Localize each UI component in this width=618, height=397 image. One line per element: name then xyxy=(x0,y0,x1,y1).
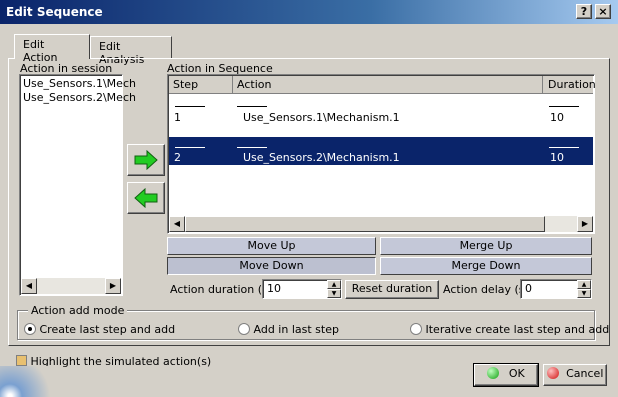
spin-down-icon[interactable]: ▼ xyxy=(577,289,591,298)
cancel-label: Cancel xyxy=(566,367,604,380)
tab-edit-action[interactable]: Edit Action xyxy=(14,34,90,64)
row-divider xyxy=(237,106,267,107)
help-button[interactable]: ? xyxy=(576,4,592,19)
list-item[interactable]: Use_Sensors.1\Mech xyxy=(23,77,136,90)
remove-from-sequence-button[interactable] xyxy=(127,182,165,214)
cell-action: Use_Sensors.1\Mechanism.1 xyxy=(243,111,400,124)
cancel-icon xyxy=(546,367,559,379)
cell-step: 1 xyxy=(174,111,181,124)
title-bar: Edit Sequence ? × xyxy=(0,0,618,24)
action-duration-input[interactable]: 10 ▲ ▼ xyxy=(262,279,342,299)
move-up-button[interactable]: Move Up xyxy=(167,237,376,255)
row-divider xyxy=(549,147,579,148)
scroll-left-icon[interactable]: ◀ xyxy=(21,278,37,294)
radio-label: Iterative create last step and add xyxy=(425,323,610,336)
tab-label: Edit Action xyxy=(23,38,58,64)
radio-iterative-create[interactable]: Iterative create last step and add xyxy=(410,323,609,336)
radio-create-last-step[interactable]: Create last step and add xyxy=(24,323,175,336)
add-to-sequence-button[interactable] xyxy=(127,144,165,176)
action-delay-label: Action delay (s) xyxy=(443,283,529,296)
checkbox-icon[interactable] xyxy=(16,355,27,366)
duration-spinner[interactable]: ▲ ▼ xyxy=(327,280,341,298)
radio-unchecked-icon[interactable] xyxy=(410,323,422,335)
table-header: Step Action Duration xyxy=(169,76,596,94)
radio-add-in-last-step[interactable]: Add in last step xyxy=(238,323,339,336)
spin-down-icon[interactable]: ▼ xyxy=(327,289,341,298)
session-hscrollbar[interactable]: ◀ ▶ xyxy=(21,278,121,294)
cell-step: 2 xyxy=(174,151,181,164)
table-row-selected[interactable]: 2 Use_Sensors.2\Mechanism.1 10 xyxy=(169,137,593,165)
window-title: Edit Sequence xyxy=(6,5,103,19)
close-button[interactable]: × xyxy=(595,4,611,19)
col-step-header[interactable]: Step xyxy=(169,76,233,94)
tab-edit-analysis[interactable]: Edit Analysis xyxy=(90,36,172,66)
cell-duration: 10 xyxy=(550,111,564,124)
ok-label: OK xyxy=(508,367,525,380)
arrow-left-icon xyxy=(134,188,158,208)
scroll-left-icon[interactable]: ◀ xyxy=(169,216,185,232)
add-mode-title: Action add mode xyxy=(28,304,128,317)
spin-up-icon[interactable]: ▲ xyxy=(327,280,341,289)
action-delay-input[interactable]: 0 ▲ ▼ xyxy=(520,279,592,299)
reset-duration-button[interactable]: Reset duration xyxy=(345,280,439,299)
sequence-hscrollbar[interactable]: ◀ ▶ xyxy=(169,216,593,232)
action-delay-value: 0 xyxy=(525,282,532,295)
action-duration-value: 10 xyxy=(267,282,281,295)
radio-checked-icon[interactable] xyxy=(24,323,36,335)
row-divider xyxy=(175,147,205,148)
action-duration-label: Action duration (s) xyxy=(170,283,273,296)
row-divider xyxy=(237,147,267,148)
scroll-thumb[interactable] xyxy=(185,216,545,232)
cancel-button[interactable]: Cancel xyxy=(543,364,607,386)
scroll-right-icon[interactable]: ▶ xyxy=(105,278,121,294)
table-row[interactable]: 1 Use_Sensors.1\Mechanism.1 10 xyxy=(169,97,593,133)
radio-unchecked-icon[interactable] xyxy=(238,323,250,335)
scroll-right-icon[interactable]: ▶ xyxy=(577,216,593,232)
list-item[interactable]: Use_Sensors.2\Mech xyxy=(23,91,136,104)
col-action-header[interactable]: Action xyxy=(233,76,543,94)
row-divider xyxy=(175,106,205,107)
radio-label: Create last step and add xyxy=(39,323,176,336)
spin-up-icon[interactable]: ▲ xyxy=(577,280,591,289)
move-down-button[interactable]: Move Down xyxy=(167,257,376,275)
cell-duration: 10 xyxy=(550,151,564,164)
cell-action: Use_Sensors.2\Mechanism.1 xyxy=(243,151,400,164)
merge-up-button[interactable]: Merge Up xyxy=(380,237,592,255)
col-duration-header[interactable]: Duration xyxy=(544,76,596,94)
ok-button[interactable]: OK xyxy=(473,363,539,387)
session-list[interactable]: Use_Sensors.1\Mech Use_Sensors.2\Mech ◀ … xyxy=(19,74,136,296)
radio-label: Add in last step xyxy=(253,323,339,336)
ok-icon xyxy=(487,367,500,379)
arrow-right-icon xyxy=(134,150,158,170)
row-divider xyxy=(549,106,579,107)
delay-spinner[interactable]: ▲ ▼ xyxy=(577,280,591,298)
globe-logo-icon xyxy=(0,366,60,397)
merge-down-button[interactable]: Merge Down xyxy=(380,257,592,275)
sequence-table[interactable]: Step Action Duration 1 Use_Sensors.1\Mec… xyxy=(167,74,596,234)
